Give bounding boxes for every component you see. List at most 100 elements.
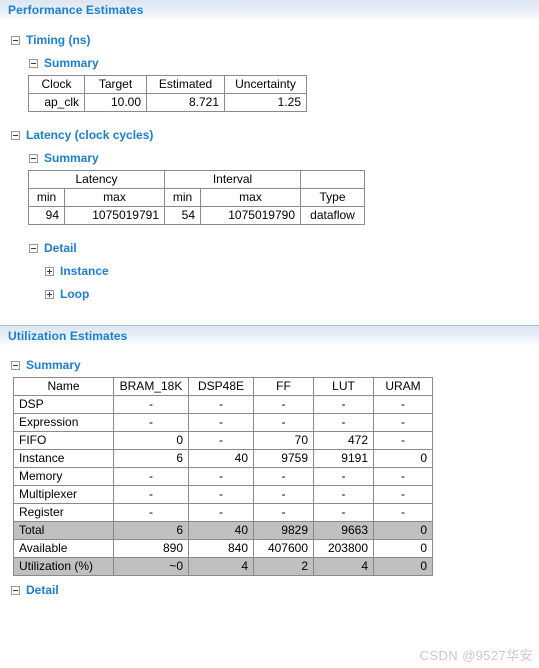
cell-value: 40: [188, 521, 254, 540]
collapse-minus-icon[interactable]: [11, 585, 20, 595]
cell-value: -: [188, 503, 254, 522]
cell-uncertainty: 1.25: [224, 93, 307, 112]
cell-value: -: [313, 485, 374, 504]
collapse-minus-icon[interactable]: [29, 58, 38, 68]
table-group-header-row: Latency Interval: [28, 170, 365, 189]
cell-value: 9829: [253, 521, 314, 540]
table-row: Available 890 840 407600 203800 0: [13, 539, 433, 558]
cell-value: 0: [373, 557, 433, 576]
tree-node-latency-detail[interactable]: Detail: [29, 239, 539, 257]
cell-value: 472: [313, 431, 374, 450]
cell-value: -: [113, 395, 189, 414]
tree-node-utilization-summary[interactable]: Summary: [11, 356, 539, 374]
cell-resource-name: FIFO: [13, 431, 114, 450]
cell-value: 4: [313, 557, 374, 576]
column-header-ff: FF: [253, 377, 314, 396]
utilization-estimates-header: Utilization Estimates: [0, 325, 539, 347]
collapse-minus-icon[interactable]: [11, 130, 20, 140]
column-header-estimated: Estimated: [146, 75, 225, 94]
cell-value: -: [253, 467, 314, 486]
group-header-latency: Latency: [28, 170, 165, 189]
column-header-clock: Clock: [28, 75, 85, 94]
cell-value: -: [313, 467, 374, 486]
table-row: Total 6 40 9829 9663 0: [13, 521, 433, 540]
tree-node-utilization-detail-label: Detail: [26, 583, 59, 597]
cell-value: 4: [188, 557, 254, 576]
column-header-target: Target: [84, 75, 147, 94]
cell-value: 0: [373, 539, 433, 558]
cell-value: 2: [253, 557, 314, 576]
tree-node-instance[interactable]: Instance: [45, 262, 539, 280]
cell-value: -: [188, 467, 254, 486]
cell-resource-name: Instance: [13, 449, 114, 468]
cell-estimated: 8.721: [146, 93, 225, 112]
column-header-bram-18k: BRAM_18K: [113, 377, 189, 396]
cell-latency-max: 1075019791: [64, 206, 165, 225]
table-row: Multiplexer - - - - -: [13, 485, 433, 504]
tree-node-loop-label: Loop: [60, 287, 90, 301]
table-row: Register - - - - -: [13, 503, 433, 522]
cell-resource-name: Register: [13, 503, 114, 522]
table-row: Memory - - - - -: [13, 467, 433, 486]
cell-value: 890: [113, 539, 189, 558]
column-header-name: Name: [13, 377, 114, 396]
cell-latency-min: 94: [28, 206, 65, 225]
cell-value: -: [253, 503, 314, 522]
utilization-summary-table: Name BRAM_18K DSP48E FF LUT URAM DSP - - - - - Expr…: [13, 377, 433, 576]
expand-plus-icon[interactable]: [45, 266, 54, 276]
collapse-minus-icon[interactable]: [11, 35, 20, 45]
cell-value: 9191: [313, 449, 374, 468]
cell-value: 840: [188, 539, 254, 558]
table-row: DSP - - - - -: [13, 395, 433, 414]
cell-type: dataflow: [300, 206, 365, 225]
table-header-row: min max min max Type: [28, 188, 365, 207]
group-header-interval: Interval: [164, 170, 301, 189]
tree-node-timing[interactable]: Timing (ns): [11, 31, 539, 49]
collapse-minus-icon[interactable]: [29, 153, 38, 163]
cell-value: -: [253, 395, 314, 414]
column-header-lut: LUT: [313, 377, 374, 396]
performance-estimates-header: Performance Estimates: [0, 0, 539, 22]
group-header-blank: [300, 170, 365, 189]
cell-value: -: [373, 485, 433, 504]
column-header-dsp48e: DSP48E: [188, 377, 254, 396]
cell-value: 0: [373, 521, 433, 540]
cell-value: 40: [188, 449, 254, 468]
tree-node-latency[interactable]: Latency (clock cycles): [11, 126, 539, 144]
tree-node-timing-summary[interactable]: Summary: [29, 54, 539, 72]
collapse-minus-icon[interactable]: [11, 360, 20, 370]
column-header-uncertainty: Uncertainty: [224, 75, 307, 94]
cell-resource-name: Memory: [13, 467, 114, 486]
tree-node-latency-detail-label: Detail: [44, 241, 77, 255]
cell-value: -: [113, 503, 189, 522]
cell-resource-name: Multiplexer: [13, 485, 114, 504]
tree-node-latency-summary[interactable]: Summary: [29, 149, 539, 167]
cell-value: 0: [373, 449, 433, 468]
cell-value: -: [373, 467, 433, 486]
cell-value: -: [313, 503, 374, 522]
cell-value: -: [253, 485, 314, 504]
collapse-minus-icon[interactable]: [29, 243, 38, 253]
cell-value: 70: [253, 431, 314, 450]
tree-node-loop[interactable]: Loop: [45, 285, 539, 303]
cell-target: 10.00: [84, 93, 147, 112]
tree-node-utilization-detail[interactable]: Detail: [11, 581, 539, 599]
latency-summary-table: Latency Interval min max min max Type 94…: [28, 170, 365, 225]
cell-value: 9759: [253, 449, 314, 468]
expand-plus-icon[interactable]: [45, 289, 54, 299]
cell-value: -: [313, 395, 374, 414]
table-row: Utilization (%) ~0 4 2 4 0: [13, 557, 433, 576]
column-header-latency-max: max: [64, 188, 165, 207]
tree-node-latency-label: Latency (clock cycles): [26, 128, 154, 142]
cell-interval-max: 1075019790: [200, 206, 301, 225]
table-row: 94 1075019791 54 1075019790 dataflow: [28, 206, 365, 225]
cell-value: -: [313, 413, 374, 432]
column-header-interval-max: max: [200, 188, 301, 207]
cell-value: -: [113, 467, 189, 486]
cell-resource-name: Total: [13, 521, 114, 540]
